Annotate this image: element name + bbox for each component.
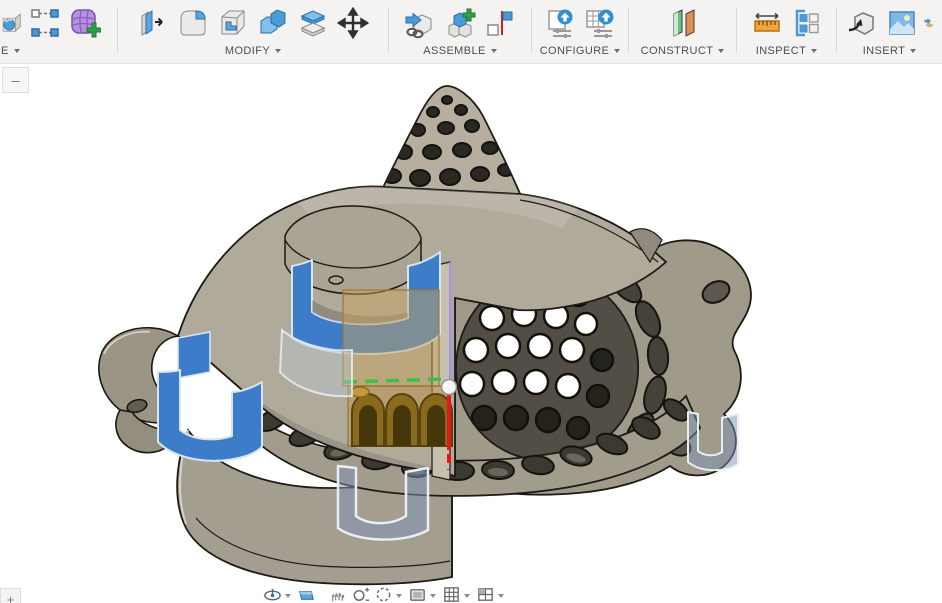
offset-face-button[interactable]	[294, 4, 332, 42]
press-pull-button[interactable]	[134, 4, 172, 42]
selection-set-button[interactable]	[26, 4, 64, 42]
joint-button[interactable]	[481, 4, 519, 42]
grid-icon	[442, 585, 461, 603]
insert-component-icon	[404, 7, 436, 39]
browser-collapse-button[interactable]: –	[2, 67, 29, 93]
fillet-button[interactable]	[174, 4, 212, 42]
create-form-button[interactable]	[66, 4, 104, 42]
group-label-inspect[interactable]: INSPECT	[737, 42, 836, 60]
toolbar-group-inspect: INSPECT	[737, 0, 836, 63]
canvas-button[interactable]	[883, 4, 921, 42]
configuration-table-icon	[584, 7, 616, 39]
fit-icon	[374, 585, 393, 603]
insert-mesh-icon	[924, 7, 936, 39]
main-toolbar: E	[0, 0, 942, 64]
navbar-zoom-button[interactable]	[349, 585, 372, 603]
fusion360-window: E	[0, 0, 942, 603]
caret-down-icon	[464, 594, 470, 598]
derive-button[interactable]	[843, 4, 881, 42]
model-gold-cups	[351, 387, 452, 446]
shell-button[interactable]	[214, 4, 252, 42]
press-pull-icon	[137, 7, 169, 39]
construct-plane-icon	[667, 7, 699, 39]
configuration-table-button[interactable]	[581, 4, 619, 42]
toolbar-group-assemble: ASSEMBLE	[389, 0, 531, 63]
navbar-fit-button[interactable]	[372, 585, 406, 603]
combine-icon	[257, 7, 289, 39]
model-cone[interactable]	[381, 86, 521, 197]
move-copy-icon	[337, 7, 369, 39]
toolbar-group-insert: INSERT	[837, 0, 942, 63]
toolbar-group-create: E	[0, 0, 117, 63]
derive-icon	[846, 7, 878, 39]
model-section-box[interactable]	[343, 290, 452, 446]
toolbar-group-configure: CONFIGURE	[532, 0, 628, 63]
canvas-icon	[886, 7, 918, 39]
move-copy-button[interactable]	[334, 4, 372, 42]
group-label-construct[interactable]: CONSTRUCT	[629, 42, 736, 60]
look-at-icon	[297, 585, 316, 603]
cad-model-viewport[interactable]	[0, 0, 942, 603]
toolbar-group-modify: MODIFY	[118, 0, 388, 63]
measure-icon	[751, 7, 783, 39]
navbar-look-at-button[interactable]	[295, 585, 318, 603]
viewports-icon	[476, 585, 495, 603]
caret-down-icon	[498, 594, 504, 598]
group-label-assemble[interactable]: ASSEMBLE	[389, 42, 531, 60]
configuration-button[interactable]	[541, 4, 579, 42]
selection-set-icon	[29, 7, 61, 39]
navbar-grid-settings-button[interactable]	[440, 585, 474, 603]
navbar-display-settings-button[interactable]	[406, 585, 440, 603]
group-label-configure[interactable]: CONFIGURE	[532, 42, 628, 60]
combine-button[interactable]	[254, 4, 292, 42]
manipulator-origin-handle[interactable]	[442, 380, 457, 395]
caret-down-icon	[285, 594, 291, 598]
caret-down-icon	[430, 594, 436, 598]
section-analysis-icon	[791, 7, 823, 39]
create-form-icon	[69, 7, 101, 39]
navbar-pan-button[interactable]	[326, 585, 349, 603]
sphere-cube-icon	[1, 7, 23, 39]
navbar-viewports-button[interactable]	[474, 585, 508, 603]
measure-button[interactable]	[748, 4, 786, 42]
view-navigation-bar	[261, 585, 508, 603]
group-label-modify[interactable]: MODIFY	[118, 42, 388, 60]
configuration-icon	[544, 7, 576, 39]
shell-icon	[217, 7, 249, 39]
sphere-cube-button[interactable]	[0, 4, 24, 42]
new-component-icon	[444, 7, 476, 39]
new-component-button[interactable]	[441, 4, 479, 42]
section-analysis-button[interactable]	[788, 4, 826, 42]
toolbar-group-construct: CONSTRUCT	[629, 0, 736, 63]
navbar-orbit-button[interactable]	[261, 585, 295, 603]
offset-face-icon	[297, 7, 329, 39]
fillet-icon	[177, 7, 209, 39]
caret-down-icon	[396, 594, 402, 598]
display-settings-icon	[408, 585, 427, 603]
group-label-create[interactable]: E	[0, 42, 117, 60]
timeline-expand-button[interactable]: +	[0, 588, 21, 603]
insert-mesh-button[interactable]	[923, 4, 937, 42]
group-label-insert[interactable]: INSERT	[837, 42, 942, 60]
zoom-icon	[351, 585, 370, 603]
pan-hand-icon	[328, 585, 347, 603]
construct-plane-button[interactable]	[664, 4, 702, 42]
insert-component-button[interactable]	[401, 4, 439, 42]
orbit-icon	[263, 585, 282, 603]
joint-icon	[484, 7, 516, 39]
